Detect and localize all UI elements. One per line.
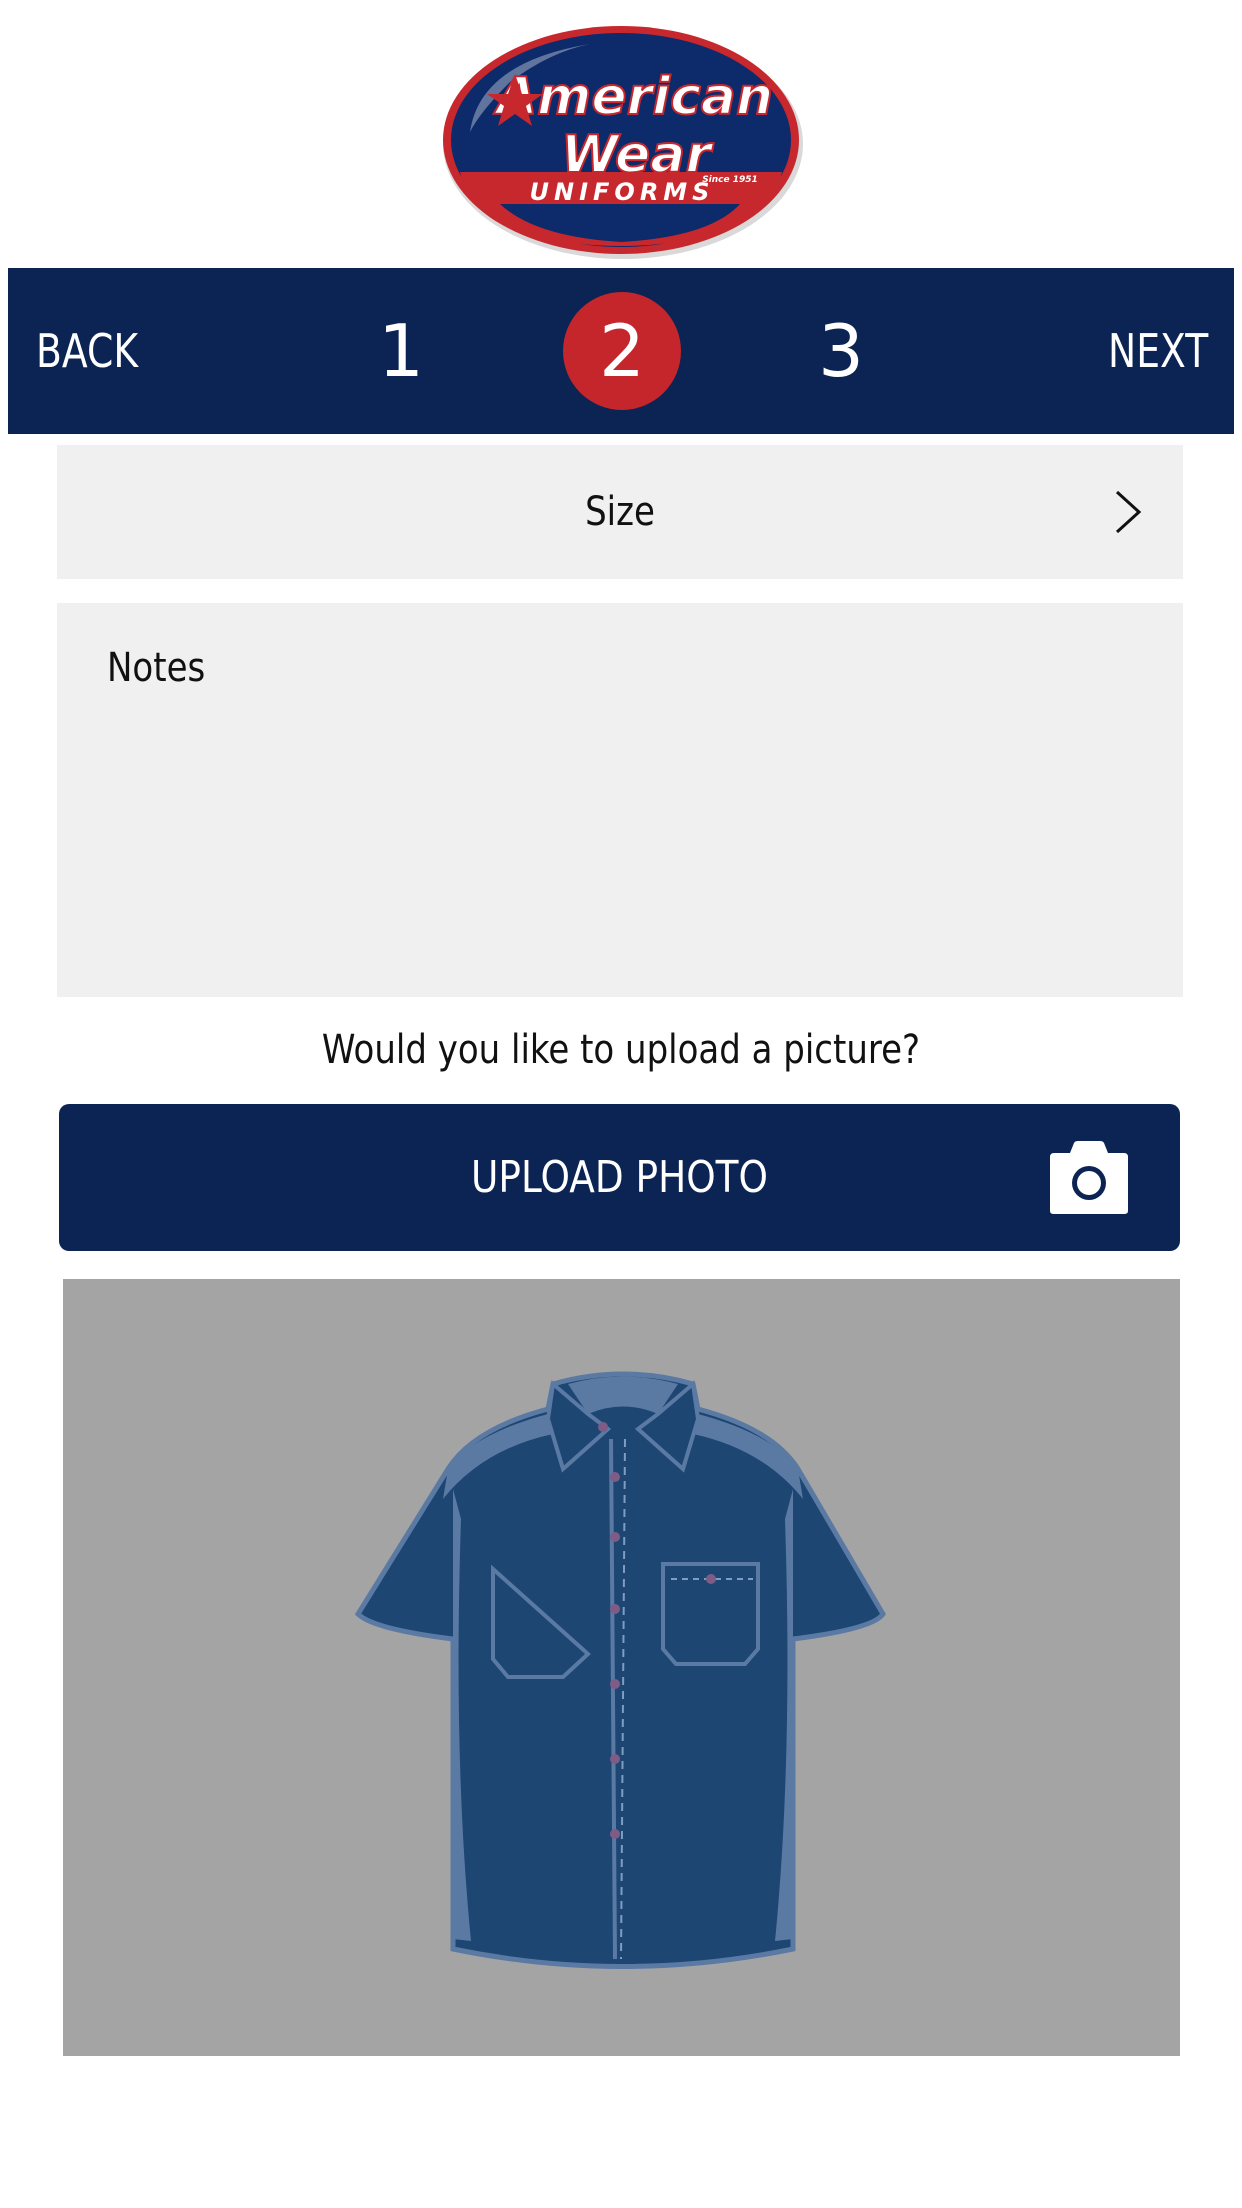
upload-photo-label: UPLOAD PHOTO <box>471 1152 768 1203</box>
step-navigation-bar: BACK 1 2 3 NEXT <box>8 268 1234 434</box>
size-label: Size <box>585 489 655 535</box>
logo-band-text: UNIFORMS <box>530 178 715 206</box>
notes-placeholder: Notes <box>107 645 206 691</box>
step-1[interactable]: 1 <box>342 292 460 410</box>
logo-text-wear: Wear <box>561 125 714 185</box>
upload-photo-button[interactable]: UPLOAD PHOTO <box>59 1104 1180 1251</box>
step-3[interactable]: 3 <box>782 292 900 410</box>
back-button[interactable]: BACK <box>36 268 138 434</box>
upload-question: Would you like to upload a picture? <box>321 1027 921 1073</box>
work-shirt-image <box>354 1371 886 1969</box>
camera-icon <box>1050 1141 1128 1214</box>
american-wear-logo: American Wear Since 1951 UNIFORMS <box>440 22 806 262</box>
photo-preview <box>63 1279 1180 2056</box>
chevron-right-icon <box>1115 490 1142 534</box>
notes-textarea[interactable]: Notes <box>57 603 1183 997</box>
size-selector[interactable]: Size <box>57 445 1183 579</box>
step-2-active[interactable]: 2 <box>563 292 681 410</box>
next-button[interactable]: NEXT <box>1108 268 1208 434</box>
